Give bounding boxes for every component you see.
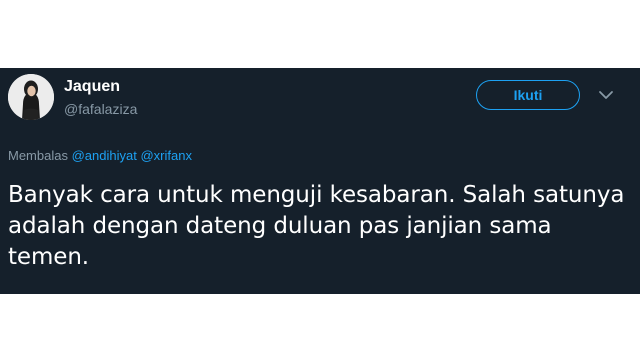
tweet-text: Banyak cara untuk menguji kesabaran. Sal… [8, 182, 625, 270]
mention-link[interactable]: @andihiyat [72, 148, 137, 163]
display-name[interactable]: Jaquen [64, 78, 120, 96]
reply-prefix: Membalas [8, 148, 68, 163]
screen-name[interactable]: @fafalaziza [64, 101, 137, 117]
avatar[interactable] [8, 74, 54, 120]
reply-context: Membalas @andihiyat @xrifanx [8, 148, 192, 164]
tweet-card: Jaquen @fafalaziza Ikuti Membalas @andih… [0, 68, 640, 294]
profile-photo-icon [8, 74, 54, 120]
follow-button[interactable]: Ikuti [476, 80, 580, 110]
mention-link[interactable]: @xrifanx [140, 148, 192, 163]
chevron-down-icon[interactable] [596, 86, 616, 104]
